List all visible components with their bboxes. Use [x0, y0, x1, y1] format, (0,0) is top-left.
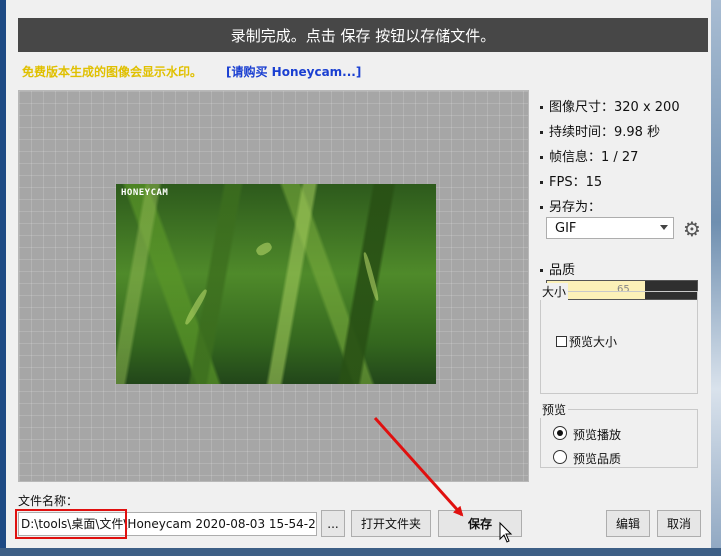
preview-size-checkbox[interactable] — [556, 336, 567, 347]
size-group-title: 大小 — [540, 283, 569, 300]
preview-area: HONEYCAM — [18, 90, 529, 482]
leaf-highlight — [183, 288, 209, 326]
bullet-icon — [540, 181, 543, 184]
preview-quality-label: 预览品质 — [573, 452, 622, 466]
cancel-button[interactable]: 取消 — [657, 510, 701, 537]
preview-quality-radio[interactable] — [553, 450, 567, 464]
info-frames: 帧信息：1 / 27 — [540, 146, 638, 165]
info-duration-text: 持续时间：9.98 秒 — [549, 125, 661, 140]
format-value: GIF — [555, 220, 577, 236]
save-dialog: 录制完成。点击 保存 按钮以存储文件。 免费版本生成的图像会显示水印。 [请购买… — [6, 0, 711, 548]
browse-button[interactable]: ... — [321, 510, 345, 537]
info-frames-text: 帧信息：1 / 27 — [549, 150, 639, 165]
info-fps-text: FPS：15 — [549, 175, 603, 190]
info-save-as: 另存为： — [540, 196, 601, 215]
save-as-label: 另存为： — [549, 200, 602, 215]
quality-heading: 品质 — [540, 259, 575, 278]
preview-play-radio[interactable] — [553, 426, 567, 440]
bullet-icon — [540, 106, 543, 109]
edit-button[interactable]: 编辑 — [606, 510, 650, 537]
info-duration: 持续时间：9.98 秒 — [540, 121, 660, 140]
open-folder-button[interactable]: 打开文件夹 — [351, 510, 431, 537]
preview-image: HONEYCAM — [116, 184, 436, 384]
info-size-text: 图像尺寸：320 x 200 — [549, 100, 680, 115]
bullet-icon — [540, 131, 543, 134]
info-size: 图像尺寸：320 x 200 — [540, 96, 680, 115]
filename-label: 文件名称： — [18, 494, 79, 508]
leaf-highlight — [362, 251, 380, 302]
format-select[interactable]: GIF — [546, 217, 674, 239]
status-banner: 录制完成。点击 保存 按钮以存储文件。 — [18, 18, 708, 52]
preview-play-label: 预览播放 — [573, 428, 622, 442]
preview-watermark: HONEYCAM — [121, 188, 169, 198]
preview-group-title: 预览 — [540, 401, 569, 418]
watermark-notice: 免费版本生成的图像会显示水印。 — [22, 65, 203, 79]
annotation-highlight-box — [15, 509, 127, 539]
bullet-icon — [540, 156, 543, 159]
buy-link[interactable]: [请购买 Honeycam...] — [226, 63, 361, 80]
quality-label: 品质 — [549, 263, 576, 278]
desktop-edge-bottom — [0, 548, 721, 556]
bullet-icon — [540, 206, 543, 209]
gear-icon[interactable]: ⚙ — [681, 218, 703, 240]
app-frame: 录制完成。点击 保存 按钮以存储文件。 免费版本生成的图像会显示水印。 [请购买… — [0, 0, 721, 556]
chevron-down-icon — [660, 225, 668, 230]
bullet-icon — [540, 269, 543, 272]
leaf-highlight — [254, 240, 274, 258]
desktop-edge-right — [711, 0, 721, 556]
info-fps: FPS：15 — [540, 171, 602, 190]
preview-size-label: 预览大小 — [569, 335, 618, 349]
save-button[interactable]: 保存 — [438, 510, 522, 537]
